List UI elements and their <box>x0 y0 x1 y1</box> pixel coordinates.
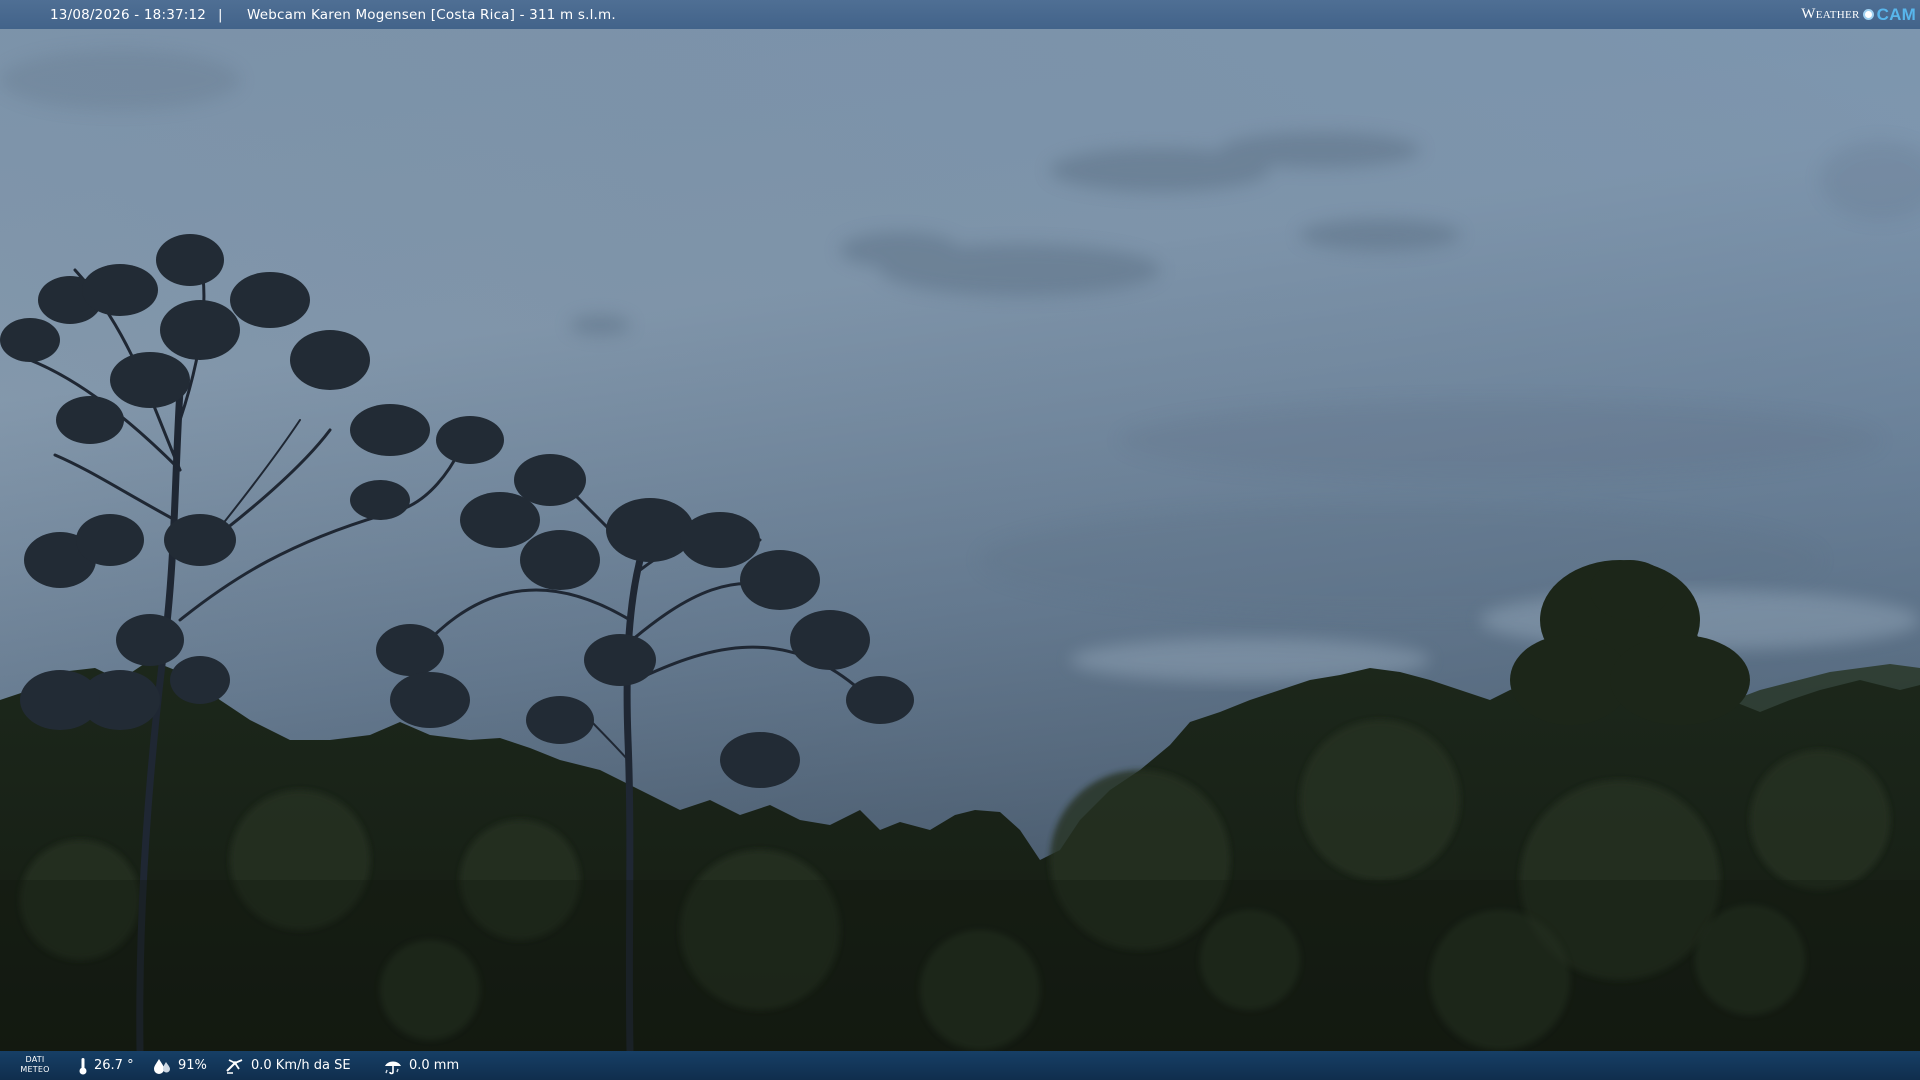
brand-mark: CAM <box>1876 4 1916 24</box>
wind-value: 0.0 Km/h da SE <box>251 1058 351 1073</box>
label-line-2: METEO <box>20 1065 50 1074</box>
separator: | <box>218 7 223 23</box>
top-info-bar: 13/08/2026 - 18:37:12 | Webcam Karen Mog… <box>0 0 1920 29</box>
humidity-drops-icon <box>154 1058 170 1074</box>
rain-value: 0.0 mm <box>409 1058 460 1073</box>
rain-icon <box>385 1061 401 1074</box>
humidity-value: 91% <box>178 1058 207 1073</box>
wind-icon <box>226 1058 243 1074</box>
thermometer-icon <box>79 1057 87 1074</box>
label-line-1: DATI <box>25 1055 45 1064</box>
temperature-value: 26.7 ° <box>94 1058 134 1073</box>
humidity-reading: 91% <box>152 1051 207 1080</box>
dati-meteo-label: DATI METEO <box>20 1055 50 1075</box>
temperature-reading: 26.7 ° <box>78 1051 134 1080</box>
weather-data-bar: DATI METEO 26.7 ° 91% 0.0 Km/h da SE 0.0… <box>0 1051 1920 1080</box>
rain-reading: 0.0 mm <box>383 1051 459 1080</box>
webcam-title: Webcam Karen Mogensen [Costa Rica] - 311… <box>247 7 616 23</box>
webcam-scene <box>0 0 1920 1080</box>
timestamp: 13/08/2026 - 18:37:12 <box>50 7 207 23</box>
brand-dot-icon <box>1862 9 1874 20</box>
wind-reading: 0.0 Km/h da SE <box>225 1051 351 1080</box>
weathercam-logo: Weather CAM <box>1801 3 1916 26</box>
brand-word: Weather <box>1801 6 1860 22</box>
